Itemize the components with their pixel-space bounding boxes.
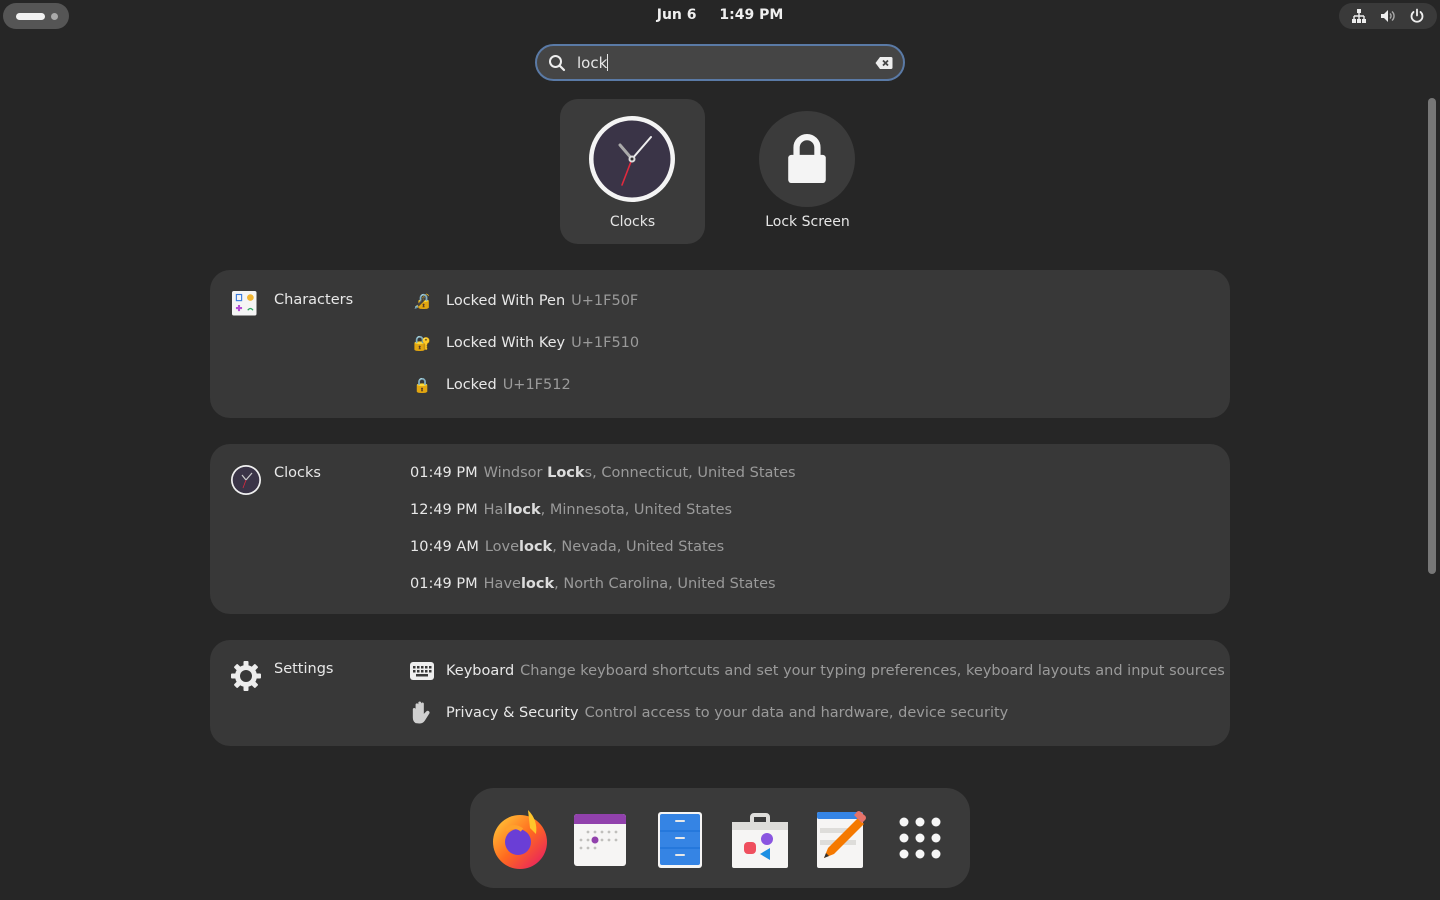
locked-with-key-icon: 🔐 [412, 335, 432, 352]
volume-icon [1380, 10, 1395, 22]
clear-search-icon[interactable] [875, 56, 893, 70]
clocks-results-panel: Clocks 01:49 PM Windsor Locks, Connectic… [210, 444, 1230, 614]
lock-icon [759, 111, 855, 207]
clocks-app-icon [231, 465, 261, 495]
top-bar: Jun 6 1:49 PM [0, 0, 1440, 32]
character-title: Locked With Key [446, 335, 566, 351]
results-scrollbar[interactable] [1428, 98, 1436, 574]
power-icon [1410, 8, 1423, 23]
character-code: U+1F512 [502, 377, 571, 393]
software-icon [732, 813, 788, 868]
settings-result-privacy[interactable]: Privacy & Security Control access to you… [410, 701, 1008, 725]
clock-time: 12:49 PM [410, 502, 478, 518]
character-result[interactable]: 🔐 Locked With Key U+1F510 [410, 331, 639, 355]
date-label: Jun 6 [656, 7, 697, 23]
dock-item-software[interactable] [728, 806, 792, 870]
characters-results-panel: Characters 🔏 Locked With Pen U+1F50F 🔐 L… [210, 270, 1230, 418]
app-result-clocks[interactable]: Clocks [560, 99, 705, 244]
clock-time: 01:49 PM [410, 465, 478, 481]
app-result-lock-screen[interactable]: Lock Screen [735, 99, 880, 244]
character-code: U+1F50F [571, 293, 639, 309]
settings-result-keyboard[interactable]: Keyboard Change keyboard shortcuts and s… [410, 659, 1225, 683]
character-title: Locked [446, 377, 497, 393]
character-result[interactable]: 🔒 Locked U+1F512 [410, 373, 571, 397]
search-icon [549, 55, 566, 72]
time-label: 1:49 PM [719, 7, 784, 23]
world-clock-result[interactable]: 10:49 AM Lovelock, Nevada, United States [410, 535, 724, 559]
dock-item-files[interactable] [648, 806, 712, 870]
clock-location: Havelock, North Carolina, United States [483, 576, 776, 592]
system-menu-button[interactable] [1339, 3, 1437, 29]
locked-icon: 🔒 [412, 377, 432, 394]
settings-results-panel: Settings Keyboard Change keyboard shortc… [210, 640, 1230, 746]
world-clock-result[interactable]: 12:49 PM Hallock, Minnesota, United Stat… [410, 498, 732, 522]
app-result-label: Lock Screen [765, 214, 850, 230]
dock-item-text-editor[interactable] [808, 806, 872, 870]
character-code: U+1F510 [571, 335, 640, 351]
clock-time: 01:49 PM [410, 576, 478, 592]
character-title: Locked With Pen [446, 293, 566, 309]
files-icon [658, 812, 702, 868]
show-apps-button[interactable] [888, 806, 952, 870]
clock-time: 10:49 AM [410, 539, 479, 555]
search-query: lock [577, 54, 609, 72]
calendar-icon [574, 814, 626, 866]
search-input[interactable]: lock [535, 44, 905, 81]
dock-item-calendar[interactable] [568, 806, 632, 870]
clock-location: Windsor Locks, Connecticut, United State… [483, 465, 796, 481]
dock-item-firefox[interactable] [488, 806, 552, 870]
network-wired-icon [1352, 9, 1367, 23]
keyboard-icon [410, 662, 434, 680]
app-grid-icon [899, 817, 941, 859]
settings-result-title: Privacy & Security [446, 705, 579, 721]
world-clock-result[interactable]: 01:49 PM Windsor Locks, Connecticut, Uni… [410, 461, 796, 485]
app-result-label: Clocks [609, 214, 656, 230]
locked-with-pen-icon: 🔏 [412, 293, 432, 310]
settings-gear-icon [231, 661, 261, 691]
text-editor-icon [817, 811, 866, 868]
settings-result-description: Change keyboard shortcuts and set your t… [520, 663, 1225, 679]
settings-result-title: Keyboard [446, 663, 515, 679]
world-clock-result[interactable]: 01:49 PM Havelock, North Carolina, Unite… [410, 572, 776, 596]
clock-location: Lovelock, Nevada, United States [484, 539, 725, 555]
settings-result-description: Control access to your data and hardware… [584, 705, 1009, 721]
character-result[interactable]: 🔏 Locked With Pen U+1F50F [410, 289, 638, 313]
provider-name: Clocks [274, 465, 321, 481]
characters-app-icon [232, 291, 257, 316]
provider-name: Characters [274, 292, 354, 308]
date-time-button[interactable]: Jun 6 1:49 PM [0, 7, 1440, 23]
clock-location: Hallock, Minnesota, United States [483, 502, 733, 518]
provider-name: Settings [274, 661, 334, 677]
hand-icon [412, 701, 430, 724]
dash-dock [470, 788, 970, 888]
firefox-icon [493, 810, 547, 869]
clocks-app-icon [589, 116, 675, 202]
